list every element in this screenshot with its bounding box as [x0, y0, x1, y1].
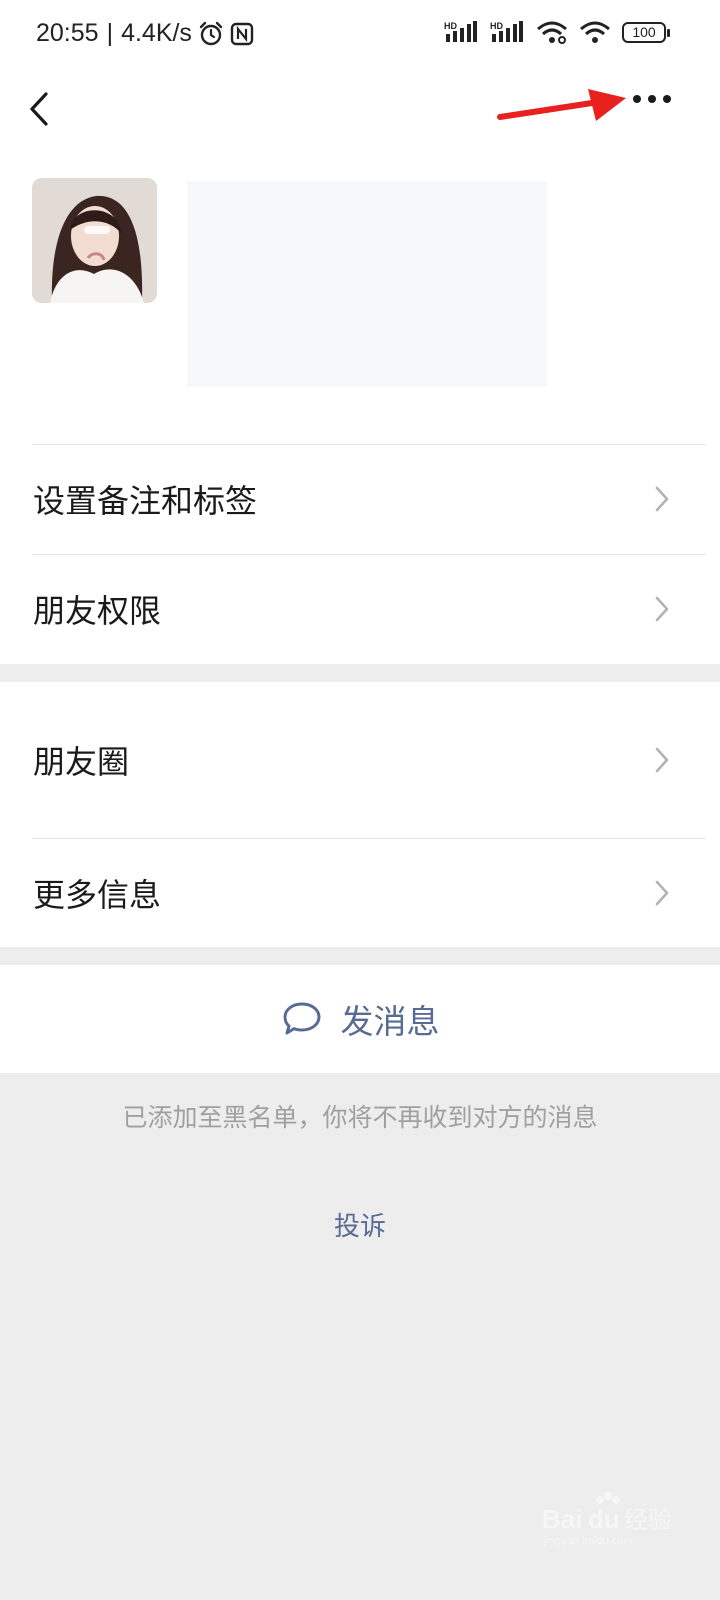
signal-icon: HD [444, 21, 477, 42]
chevron-right-icon [655, 880, 669, 905]
alarm-icon [199, 21, 223, 45]
signal-label: HD [444, 21, 457, 31]
profile-header [0, 70, 720, 448]
nfc-icon [230, 22, 254, 45]
svg-text:du: du [588, 1504, 620, 1534]
annotation-arrow [497, 89, 626, 121]
menu-group-2: 朋友圈 更多信息 [0, 682, 720, 947]
send-message-button[interactable]: 发消息 [0, 965, 720, 1073]
menu-group-1: 设置备注和标签 朋友权限 [0, 444, 720, 664]
status-time: 20:55 [36, 19, 99, 47]
menu-item-label: 设置备注和标签 [33, 482, 258, 520]
send-message-label: 发消息 [340, 1002, 440, 1041]
status-right: HD HD 100 [444, 20, 670, 44]
menu-item-more-info[interactable]: 更多信息 [0, 838, 720, 947]
chevron-left-icon[interactable] [22, 80, 62, 140]
menu-item-label: 朋友圈 [33, 743, 130, 781]
baidu-watermark: Bai du 经验 jingyan.baidu.com [542, 1492, 672, 1547]
menu-item-moments[interactable]: 朋友圈 [0, 682, 720, 838]
svg-text:Bai: Bai [542, 1504, 582, 1534]
menu-item-label: 朋友权限 [33, 592, 162, 630]
chat-bubble-icon [283, 1002, 320, 1035]
profile-info-redacted [187, 181, 547, 387]
avatar[interactable] [32, 178, 157, 303]
blacklist-notice: 已添加至黑名单，你将不再收到对方的消息 [122, 1103, 598, 1132]
menu-item-friend-permissions[interactable]: 朋友权限 [0, 554, 720, 664]
status-separator: | [106, 19, 114, 47]
signal-icon-2: HD [490, 21, 523, 42]
status-left: 20:55 | 4.4K/s [36, 19, 254, 48]
battery-level: 100 [632, 24, 656, 40]
status-bar: 20:55 | 4.4K/s HD HD 100 [0, 0, 720, 70]
menu-item-label: 更多信息 [33, 875, 162, 914]
wifi-icon-2 [580, 21, 610, 43]
signal-label-2: HD [490, 21, 503, 31]
wifi-icon [537, 21, 567, 44]
battery-indicator: 100 [622, 21, 670, 43]
more-dots-icon[interactable] [624, 84, 680, 114]
chevron-right-icon [655, 747, 669, 773]
complain-link[interactable]: 投诉 [0, 1206, 720, 1243]
status-speed: 4.4K/s [121, 19, 192, 47]
chevron-right-icon [655, 486, 669, 512]
chevron-right-icon [655, 596, 669, 622]
svg-text:jingyan.baidu.com: jingyan.baidu.com [543, 1535, 633, 1547]
menu-item-remark-tags[interactable]: 设置备注和标签 [0, 444, 720, 554]
svg-text:经验: 经验 [624, 1506, 672, 1534]
